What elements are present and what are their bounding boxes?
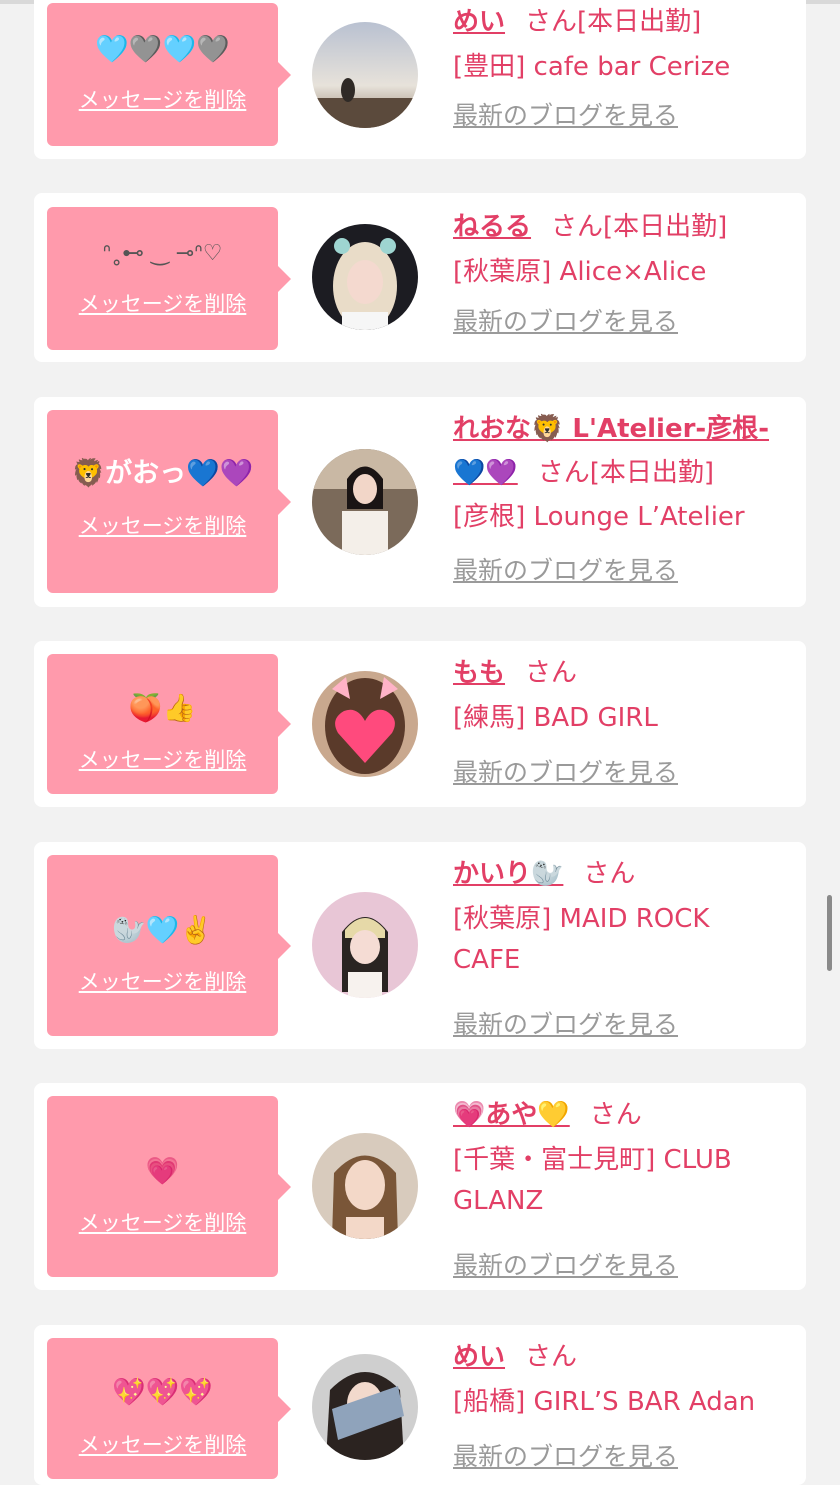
cast-name-link[interactable]: ねるる (453, 212, 531, 242)
name-line: めい さん (453, 1335, 792, 1379)
latest-blog-link[interactable]: 最新のブログを見る (453, 757, 678, 789)
message-text: 🦭🩵✌️ (112, 915, 213, 946)
favorite-card: 💗 メッセージを削除 💗あや💛 さん [千葉・富士見町] CLUB GLANZ 最… (34, 1083, 806, 1290)
message-text: 🍑👍 (128, 693, 197, 724)
delete-message-link[interactable]: メッセージを削除 (47, 291, 278, 317)
delete-message-link[interactable]: メッセージを削除 (47, 87, 278, 113)
favorite-card: 🩵🩶🩵🩶 メッセージを削除 めい さん[本日出勤] [豊田] cafe bar C… (34, 0, 806, 159)
cast-name-link[interactable]: めい (453, 7, 505, 37)
message-bubble: 🦭🩵✌️ メッセージを削除 (47, 855, 291, 1036)
name-line: れおな🦁 L'Atelier-彦根-💙💜 さん[本日出勤] (453, 407, 783, 495)
cast-info: めい さん[本日出勤] [豊田] cafe bar Cerize 最新のブログを見… (453, 0, 792, 130)
shop-location: [船橋] GIRL’S BAR Adan (453, 1387, 756, 1417)
attendance-status: [本日出勤] (603, 212, 728, 242)
vertical-scrollbar[interactable] (827, 895, 832, 971)
san-suffix: さん (525, 7, 578, 37)
avatar[interactable] (312, 449, 418, 555)
message-text: ᐢ˳⊷ ‿ ⊸ᐢ♡ (102, 241, 223, 266)
latest-blog-link[interactable]: 最新のブログを見る (453, 1441, 678, 1473)
name-line: ねるる さん[本日出勤] (453, 205, 792, 249)
san-suffix: さん (589, 1100, 642, 1130)
avatar[interactable] (312, 22, 418, 128)
message-text: 🩵🩶🩵🩶 (95, 34, 230, 65)
cast-name-link[interactable]: 💗あや💛 (453, 1100, 570, 1130)
message-bubble: 🦁がおっ💙💜 メッセージを削除 (47, 410, 291, 593)
latest-blog-link[interactable]: 最新のブログを見る (453, 306, 678, 338)
cast-info: れおな🦁 L'Atelier-彦根-💙💜 さん[本日出勤] [彦根] Lounge… (453, 407, 792, 585)
favorite-card: ᐢ˳⊷ ‿ ⊸ᐢ♡ メッセージを削除 ねるる さん[本日出勤] [秋葉原] Ali… (34, 193, 806, 362)
avatar[interactable] (312, 892, 418, 998)
name-line: めい さん[本日出勤] (453, 0, 792, 44)
name-line: 💗あや💛 さん (453, 1093, 792, 1137)
avatar[interactable] (312, 671, 418, 777)
message-bubble: 💖💖💖 メッセージを削除 (47, 1338, 291, 1479)
san-suffix: さん (551, 212, 604, 242)
delete-message-link[interactable]: メッセージを削除 (47, 1210, 278, 1236)
delete-message-link[interactable]: メッセージを削除 (47, 747, 278, 773)
message-bubble: 🩵🩶🩵🩶 メッセージを削除 (47, 3, 291, 146)
san-suffix: さん (525, 658, 578, 688)
delete-message-link[interactable]: メッセージを削除 (47, 513, 278, 539)
cast-info: もも さん [練馬] BAD GIRL 最新のブログを見る (453, 651, 792, 787)
message-text: 💗 (145, 1156, 180, 1187)
cast-info: 💗あや💛 さん [千葉・富士見町] CLUB GLANZ 最新のブログを見る (453, 1093, 792, 1280)
san-suffix: さん (537, 458, 590, 488)
shop-location: [秋葉原] Alice×Alice (453, 257, 707, 287)
message-text: 💖💖💖 (112, 1377, 213, 1408)
name-line: もも さん (453, 651, 792, 695)
san-suffix: さん (583, 859, 636, 889)
message-bubble: 🍑👍 メッセージを削除 (47, 654, 291, 794)
attendance-status: [本日出勤] (589, 458, 715, 488)
cast-info: かいり🦭 さん [秋葉原] MAID ROCK CAFE 最新のブログを見る (453, 852, 792, 1039)
favorite-card: 🍑👍 メッセージを削除 もも さん [練馬] BAD GIRL 最新のブログを見る (34, 641, 806, 807)
favorite-card: 🦁がおっ💙💜 メッセージを削除 れおな🦁 L'Atelier-彦根-💙💜 さん[本… (34, 397, 806, 607)
attendance-status: [本日出勤] (577, 7, 702, 37)
shop-location: [千葉・富士見町] CLUB GLANZ (453, 1145, 732, 1216)
cast-info: ねるる さん[本日出勤] [秋葉原] Alice×Alice 最新のブログを見る (453, 205, 792, 336)
favorite-card: 🦭🩵✌️ メッセージを削除 かいり🦭 さん [秋葉原] MAID ROCK CAF… (34, 842, 806, 1049)
latest-blog-link[interactable]: 最新のブログを見る (453, 100, 678, 132)
name-line: かいり🦭 さん (453, 852, 792, 896)
cast-name-link[interactable]: めい (453, 1342, 505, 1372)
message-text: 🦁がおっ💙💜 (71, 458, 254, 489)
latest-blog-link[interactable]: 最新のブログを見る (453, 1250, 678, 1282)
shop-location: [彦根] Lounge L’Atelier (453, 502, 745, 532)
favorite-card: 💖💖💖 メッセージを削除 めい さん [船橋] GIRL’S BAR Adan 最… (34, 1325, 806, 1485)
san-suffix: さん (525, 1342, 578, 1372)
avatar[interactable] (312, 1133, 418, 1239)
cast-info: めい さん [船橋] GIRL’S BAR Adan 最新のブログを見る (453, 1335, 792, 1471)
delete-message-link[interactable]: メッセージを削除 (47, 1432, 278, 1458)
message-bubble: ᐢ˳⊷ ‿ ⊸ᐢ♡ メッセージを削除 (47, 207, 291, 350)
shop-location: [秋葉原] MAID ROCK CAFE (453, 904, 710, 975)
avatar[interactable] (312, 224, 418, 330)
delete-message-link[interactable]: メッセージを削除 (47, 969, 278, 995)
message-bubble: 💗 メッセージを削除 (47, 1096, 291, 1277)
avatar[interactable] (312, 1354, 418, 1460)
latest-blog-link[interactable]: 最新のブログを見る (453, 555, 678, 587)
latest-blog-link[interactable]: 最新のブログを見る (453, 1009, 678, 1041)
cast-name-link[interactable]: もも (453, 658, 505, 688)
cast-name-link[interactable]: かいり🦭 (453, 859, 563, 889)
shop-location: [豊田] cafe bar Cerize (453, 52, 731, 82)
shop-location: [練馬] BAD GIRL (453, 703, 658, 733)
